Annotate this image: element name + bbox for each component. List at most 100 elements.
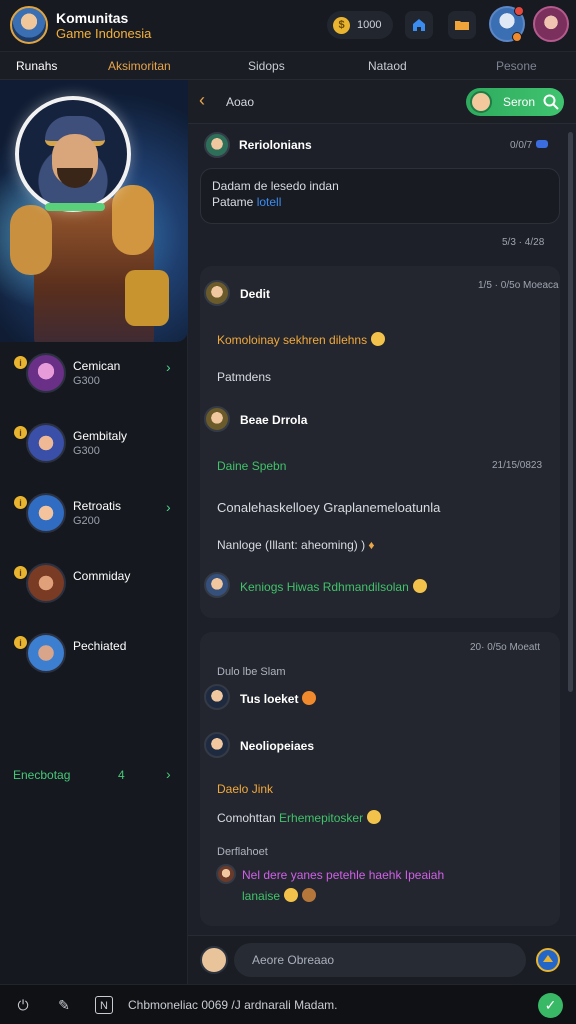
message-text-part: Comohttan [217,811,276,825]
date-separator: 20· 0/5o Moeatt [470,642,541,653]
message-text-part: Tus loeket [240,692,299,706]
message-link[interactable]: lotell [257,195,282,209]
info-badge-icon: i [14,496,27,509]
message-avatar[interactable] [204,572,230,598]
message-subtitle: Daelo Jink [217,782,274,796]
emoji-icon [412,579,427,593]
community-name: Commiday [73,569,131,583]
search-icon [543,94,559,110]
community-avatar [26,563,66,603]
message-avatar[interactable] [204,732,230,758]
check-icon: ✓ [544,997,557,1013]
emoji-icon [302,691,317,705]
hero-character-arm [10,205,52,275]
send-button[interactable] [536,948,560,972]
community-item[interactable]: i Retroatis G200 › [0,490,188,540]
message-text-part: Patame [212,195,254,209]
message-text-part: Keniogs Hiwas Rdhmandilsolan [240,580,409,594]
message-text: Nanloge (Illant: aheoming) ) ♦ [217,538,375,552]
message-text-part: Nanloge (Illant: aheoming) ) [217,538,366,552]
home-button[interactable] [405,11,433,39]
community-item[interactable]: i Pechiated [0,630,188,680]
composer-avatar[interactable] [200,946,228,974]
message-time: 1/5 · 0/5o Moeaca [478,280,559,291]
search-button[interactable]: Seron [466,88,564,116]
home-icon [413,19,425,31]
coin-icon: $ [333,16,350,34]
message-text-part: Komoloinay sekhren dilehns [217,333,368,347]
message-time-text: 0/0/7 [510,140,533,151]
tab-sidops[interactable]: Sidops [248,59,285,73]
message-avatar[interactable] [204,406,230,432]
message-composer [188,935,576,984]
bookmark-icon[interactable]: N [95,996,113,1014]
chevron-right-icon[interactable]: › [166,766,171,782]
sidebar-footer-mark: 4 [118,768,125,782]
chevron-right-icon: › [166,359,171,375]
search-label: Seron [503,95,536,109]
info-badge-icon: i [14,356,27,369]
coin-balance[interactable]: $ 1000 [327,11,393,39]
folder-button[interactable] [448,11,476,39]
message-text: Komoloinay sekhren dilehns [217,332,386,347]
community-item[interactable]: i Cemican G300 › [0,350,188,400]
user-profile-avatar[interactable] [533,6,569,42]
community-item[interactable]: i Commiday [0,560,188,610]
message-avatar[interactable] [216,864,236,884]
app-header: Komunitas Game Indonesia $ 1000 [0,0,576,52]
message-text: Comohttan Erhemepitosker [217,810,382,825]
emoji-icon [302,888,317,902]
chevron-right-icon: › [166,499,171,515]
app-title: Komunitas [56,10,129,26]
community-name: Pechiated [73,639,127,653]
check-button[interactable]: ✓ [538,993,563,1018]
status-dot [512,32,522,42]
community-avatar [26,423,66,463]
search-avatar [470,91,492,113]
message-text: Patmdens [217,370,272,384]
message-time: 0/0/7 [510,140,549,151]
read-badge-icon [536,140,549,148]
power-icon[interactable]: ⏻ [14,996,32,1014]
message-bubble: Dadam de lesedo indan Patame lotell [200,168,560,224]
message-text: Patame lotell [212,195,281,209]
chat-scrollbar[interactable] [568,132,573,692]
message-text-part: lanaise [242,889,281,903]
app-logo-avatar[interactable] [10,6,48,44]
bottom-bar: ⏻ ✎ N Chbmoneliac 0069 /J ardnarali Mada… [0,984,576,1024]
hero-character-arm [112,185,154,255]
message-text: lanaise [242,888,317,903]
community-name: Gembitaly [73,429,128,443]
chevron-left-icon[interactable]: ‹ [199,90,205,111]
message-header: Dulo lbe Slam [217,666,286,678]
message-avatar[interactable] [204,684,230,710]
community-item[interactable]: i Gembitaly G300 [0,420,188,470]
message-text: Tus loeket [240,691,317,706]
message-text: Keniogs Hiwas Rdhmandilsolan [240,579,427,594]
main-tabs: Runahs Aksimoritan Sidops Nataod Pesone [0,52,576,80]
message-text: Dadam de lesedo indan [212,179,339,193]
folder-icon [455,21,469,30]
tab-pesone[interactable]: Pesone [496,59,537,73]
hero-beard [57,168,93,188]
edit-icon[interactable]: ✎ [55,996,73,1014]
community-name: Cemican [73,359,121,373]
app-subtitle: Game Indonesia [56,26,152,41]
coin-value: 1000 [357,19,382,31]
hero-banner[interactable] [0,80,188,342]
chat-header: ‹ Aoao Seron [188,80,576,124]
sidebar-footer-label[interactable]: Enecbotag [13,768,70,782]
community-avatar [26,633,66,673]
emoji-icon [371,332,386,346]
message-avatar[interactable] [204,280,230,306]
community-count: G300 [73,445,100,457]
message-time: 21/15/0823 [492,460,543,471]
tab-nataod[interactable]: Nataod [368,59,407,73]
date-separator: 5/3 · 4/28 [502,237,545,248]
send-icon [543,955,553,962]
message-avatar[interactable] [204,132,230,158]
message-input[interactable] [234,943,526,977]
tab-aksimoritan[interactable]: Aksimoritan [108,59,171,73]
message-author: Reriolonians [239,138,312,152]
tab-runahs[interactable]: Runahs [16,59,57,73]
